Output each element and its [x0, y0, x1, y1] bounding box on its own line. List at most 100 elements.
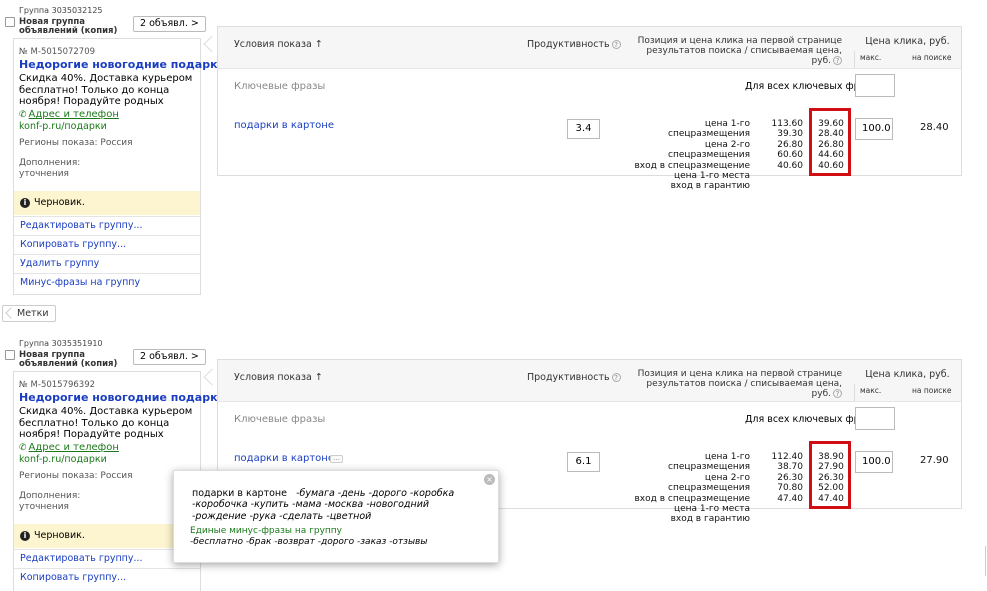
conditions-header[interactable]: Условия показа ↑ [234, 372, 323, 383]
charged-value: 38.90 [818, 452, 844, 462]
charged-value: 39.60 [818, 119, 844, 129]
marks-button[interactable]: Метки [2, 305, 56, 322]
draft-label: Черновик. [34, 530, 85, 541]
price-header: Цена клика, руб. [865, 369, 950, 380]
copy-group-link[interactable]: Копировать группу... [14, 235, 200, 254]
info-icon: i [20, 531, 30, 541]
charged-value: 26.30 [818, 472, 844, 483]
productivity-value: 6.1 [567, 452, 600, 472]
group-title: Новая группа объявлений (копия) [19, 350, 118, 369]
all-keywords-bid-input[interactable] [855, 407, 895, 430]
all-keywords-bid-input[interactable] [855, 74, 895, 97]
ad-text: Скидка 40%. Доставка курьером бесплатно!… [19, 406, 193, 440]
delete-group-link[interactable]: Удалить группу [14, 254, 200, 273]
question-icon[interactable]: ? [833, 389, 842, 398]
popup-keyword-text: подарки в картоне -бумага -день -дорого … [192, 488, 482, 522]
group-title: Новая группа объявлений (копия) [19, 17, 118, 36]
ad-title[interactable]: Недорогие новогодние подарки! [19, 58, 230, 71]
ad-number: № M-5015796392 [19, 380, 96, 390]
bid-label: цена 1-го спецразмещения [668, 119, 750, 140]
on-search-price: 28.40 [920, 122, 949, 133]
keyword-link[interactable]: подарки в картоне [234, 453, 334, 464]
charged-value: 40.60 [818, 160, 844, 171]
conditions-header[interactable]: Условия показа ↑ [234, 39, 323, 50]
charged-value: 28.40 [818, 129, 844, 140]
charged-value: 52.00 [818, 483, 844, 494]
keywords-section-label: Ключевые фразы [234, 81, 326, 92]
keyword-link[interactable]: подарки в картоне [234, 120, 334, 131]
keyword-more-button[interactable]: … [330, 455, 343, 463]
ad-title[interactable]: Недорогие новогодние подарки! [19, 391, 230, 404]
question-icon[interactable]: ? [833, 56, 842, 65]
ad-number: № M-5015072709 [19, 47, 96, 57]
ad-card: № M-5015072709 Недорогие новогодние пода… [13, 38, 230, 295]
address-link[interactable]: ✆ Адрес и телефон [19, 109, 119, 120]
bid-label: цена 2-го спецразмещения [668, 472, 750, 494]
address-label: Адрес и телефон [28, 109, 119, 120]
bid-value: 47.40 [777, 493, 803, 504]
minus-phrases-link[interactable]: Минус-фразы на группу [14, 273, 200, 292]
bid-label: цена 1-го места [673, 504, 750, 515]
bid-label: вход в спецразмещение [634, 493, 750, 504]
bid-value: 112.40 [771, 452, 804, 462]
draft-status: i Черновик. [14, 191, 200, 215]
marks-arrow [5, 307, 17, 319]
max-header: макс. [860, 386, 882, 395]
price-header: Цена клика, руб. [865, 36, 950, 47]
display-url[interactable]: konf-p.ru/подарки [19, 454, 107, 465]
bid-value: 26.30 [777, 472, 803, 483]
bid-values: 113.60 39.30 26.80 60.60 40.60 [768, 119, 804, 171]
bid-labels: цена 1-го спецразмещения цена 2-го спецр… [626, 452, 750, 525]
edge-divider [985, 546, 986, 576]
table-header: Условия показа ↑ Продуктивность? Позиция… [218, 27, 961, 69]
max-bid-input[interactable]: 100.0 [855, 451, 893, 473]
conditions-panel: Условия показа ↑ Продуктивность? Позиция… [217, 26, 962, 191]
bid-value: 60.60 [777, 150, 803, 161]
ads-count-button[interactable]: 2 объявл. > [133, 16, 206, 32]
info-icon: i [20, 198, 30, 208]
productivity-header: Продуктивность? [527, 372, 621, 383]
group-minus-label: Единые минус-фразы на группу [190, 526, 342, 536]
question-icon[interactable]: ? [611, 373, 621, 382]
keywords-section-label: Ключевые фразы [234, 414, 326, 425]
ad-text: Скидка 40%. Доставка курьером бесплатно!… [19, 73, 193, 107]
group-checkbox[interactable] [5, 17, 15, 27]
draft-label: Черновик. [34, 197, 85, 208]
question-icon[interactable]: ? [611, 40, 621, 49]
close-icon[interactable]: × [484, 474, 495, 485]
regions: Регионы показа: Россия [19, 138, 133, 148]
minus-words-popup: × подарки в картоне -бумага -день -дорог… [173, 470, 499, 563]
bid-value: 39.30 [777, 129, 803, 140]
phone-icon: ✆ [19, 110, 27, 120]
charged-value: 44.60 [818, 150, 844, 161]
bid-value: 26.80 [777, 139, 803, 150]
phone-icon: ✆ [19, 443, 27, 453]
charged-value: 47.40 [818, 493, 844, 504]
group-minus-words: -бесплатно -брак -возврат -дорого -заказ… [190, 537, 428, 547]
position-header: Позиция и цена клика на первой странице р… [637, 36, 842, 66]
display-url[interactable]: konf-p.ru/подарки [19, 121, 107, 132]
ads-count-button[interactable]: 2 объявл. > [133, 349, 206, 365]
popup-keyword: подарки в картоне [192, 488, 287, 499]
copy-group-link[interactable]: Копировать группу... [14, 568, 200, 587]
address-link[interactable]: ✆ Адрес и телефон [19, 442, 119, 453]
charged-values: 38.90 27.90 26.30 52.00 47.40 [816, 452, 846, 504]
charged-value: 27.90 [818, 462, 844, 473]
on-search-header: на поиске [912, 386, 952, 395]
bid-labels: цена 1-го спецразмещения цена 2-го спецр… [626, 119, 750, 192]
max-bid-input[interactable]: 100.0 [855, 118, 893, 140]
group-checkbox[interactable] [5, 350, 15, 360]
edit-group-link[interactable]: Редактировать группу... [14, 216, 200, 235]
bid-value: 40.60 [777, 160, 803, 171]
bid-label: цена 1-го спецразмещения [668, 452, 750, 473]
additions-value: уточнения [19, 169, 69, 179]
regions: Регионы показа: Россия [19, 471, 133, 481]
bid-value: 38.70 [777, 462, 803, 473]
productivity-header: Продуктивность? [527, 39, 621, 50]
group-id: Группа 3035032125 [19, 6, 103, 15]
bid-label: цена 2-го спецразмещения [668, 139, 750, 161]
group-id: Группа 3035351910 [19, 339, 103, 348]
bid-label: вход в спецразмещение [634, 160, 750, 171]
max-header: макс. [860, 53, 882, 62]
bid-label: вход в гарантию [670, 514, 750, 525]
